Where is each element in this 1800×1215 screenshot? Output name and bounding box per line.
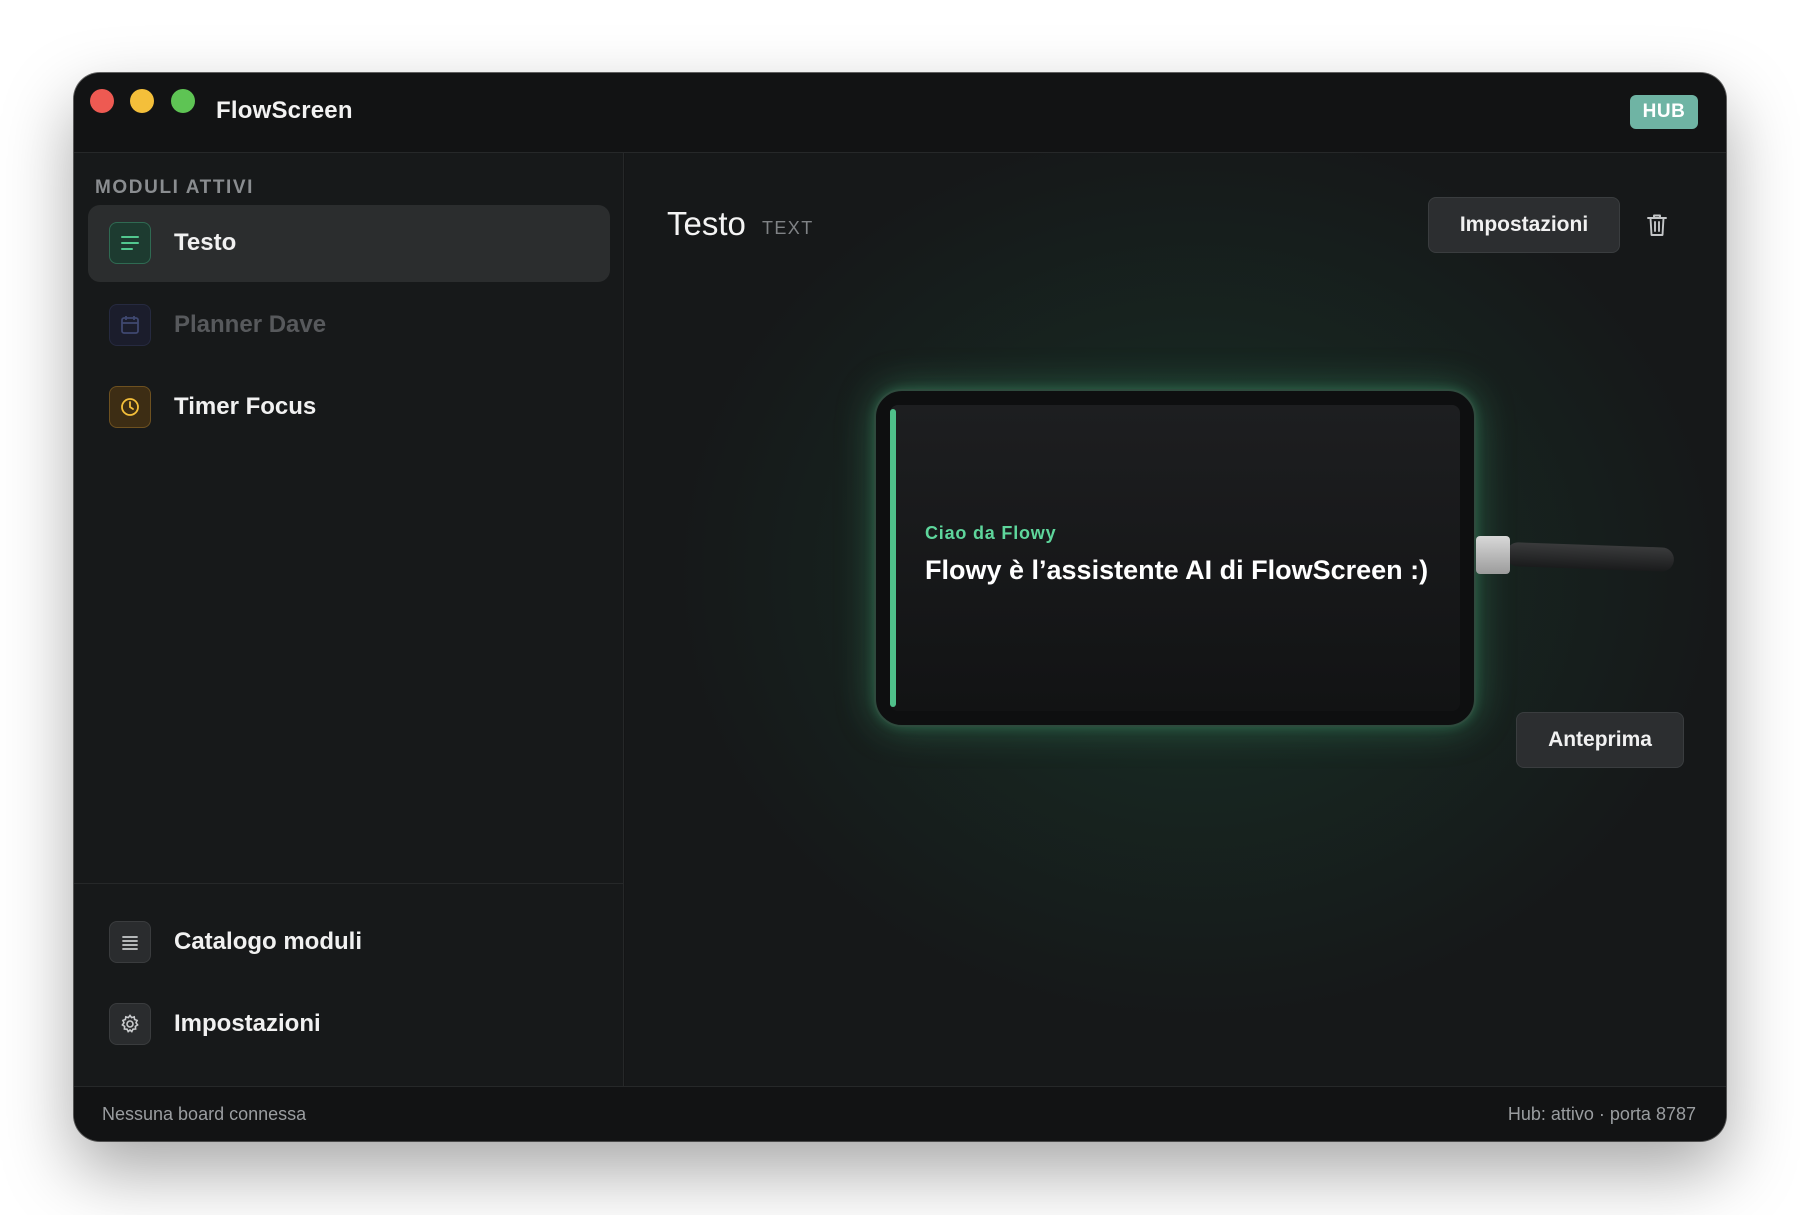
close-window-button[interactable]: [90, 89, 114, 113]
sidebar-item-planner-dave[interactable]: Planner Dave: [88, 287, 610, 364]
sidebar-item-label: Timer Focus: [174, 393, 317, 420]
sidebar-item-label: Impostazioni: [174, 1010, 321, 1037]
clock-icon: [109, 386, 151, 428]
sidebar: MODULI ATTIVI Testo Planner Dave Timer F…: [74, 153, 624, 1086]
title-bar: FlowScreen HUB: [74, 73, 1726, 153]
sidebar-item-impostazioni[interactable]: Impostazioni: [88, 986, 610, 1063]
hub-status-text: Hub: attivo · porta 8787: [1507, 1104, 1696, 1124]
screen-title: Ciao da Flowy: [925, 523, 1057, 543]
status-bar: Nessuna board connessa Hub: attivo · por…: [74, 1086, 1726, 1141]
minimize-window-button[interactable]: [130, 89, 154, 113]
list-icon: [109, 921, 151, 963]
sidebar-item-label: Catalogo moduli: [174, 928, 362, 955]
sidebar-section-label: MODULI ATTIVI: [95, 177, 255, 198]
page-title: Testo: [667, 205, 746, 242]
zoom-window-button[interactable]: [171, 89, 195, 113]
preview-button[interactable]: Anteprima: [1516, 712, 1684, 768]
sidebar-item-label: Testo: [174, 229, 237, 256]
sidebar-item-label: Planner Dave: [174, 311, 327, 338]
device-preview: Ciao da Flowy Flowy è l’assistente AI di…: [874, 389, 1476, 727]
usb-cable: [1505, 542, 1675, 572]
screen-text: Flowy è l’assistente AI di FlowScreen :): [925, 555, 1429, 585]
text-lines-icon: [109, 222, 151, 264]
screen-accent-bar: [890, 409, 896, 707]
hub-badge[interactable]: HUB: [1630, 95, 1698, 129]
usb-plug: [1476, 536, 1510, 574]
app-window: FlowScreen HUB MODULI ATTIVI Testo Plann…: [74, 73, 1726, 1141]
trash-icon[interactable]: [1643, 211, 1671, 239]
main-panel: Testo TEXT Impostazioni Ciao da Flowy Fl…: [625, 153, 1726, 1086]
gear-icon: [109, 1003, 151, 1045]
calendar-icon: [109, 304, 151, 346]
sidebar-item-timer-focus[interactable]: Timer Focus: [88, 369, 610, 446]
module-type-label: TEXT: [762, 218, 814, 238]
sidebar-item-catalogo-moduli[interactable]: Catalogo moduli: [88, 904, 610, 981]
sidebar-item-testo[interactable]: Testo: [88, 205, 610, 282]
module-settings-button[interactable]: Impostazioni: [1428, 197, 1620, 253]
app-title: FlowScreen: [216, 97, 353, 124]
device-screen: Ciao da Flowy Flowy è l’assistente AI di…: [890, 405, 1460, 711]
board-status-text: Nessuna board connessa: [102, 1104, 307, 1124]
sidebar-divider: [74, 883, 623, 884]
